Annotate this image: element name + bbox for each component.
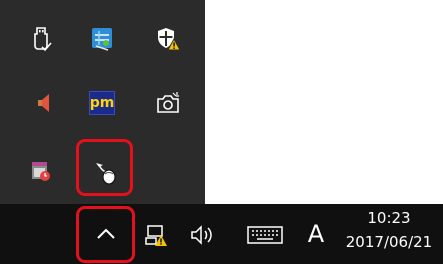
show-hidden-icons-button[interactable] [84, 216, 128, 252]
security-shield-warning-icon[interactable] [148, 19, 188, 59]
taskbar-clock[interactable]: 10:23 2017/06/21 [336, 206, 442, 262]
clock-date: 2017/06/21 [345, 233, 433, 251]
clock-time: 10:23 [367, 209, 411, 227]
mouse-icon[interactable] [86, 153, 126, 193]
tray-overflow-flyout: pm [0, 0, 205, 204]
calendar-clock-icon[interactable] [21, 151, 61, 191]
ime-mode-indicator[interactable]: A [302, 216, 330, 252]
touch-keyboard-icon[interactable] [245, 223, 285, 247]
volume-icon[interactable] [188, 222, 218, 248]
network-warning-icon[interactable] [143, 222, 169, 248]
pm-app-icon[interactable]: pm [82, 83, 122, 123]
usb-eject-icon[interactable] [21, 19, 61, 59]
chevron-up-icon [97, 228, 115, 239]
pm-app-label: pm [89, 95, 115, 111]
speaker-icon[interactable] [21, 83, 61, 123]
network-config-icon[interactable] [82, 19, 122, 59]
camera-icon[interactable] [148, 83, 188, 123]
